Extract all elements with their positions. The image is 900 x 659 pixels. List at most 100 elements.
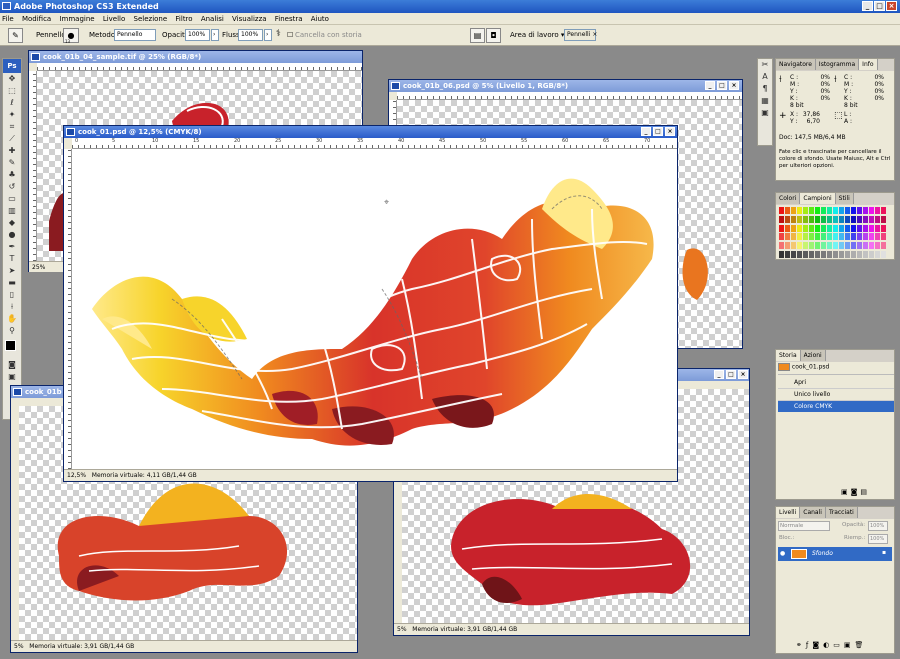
quick-mask-icon[interactable]: ◙ <box>3 359 21 371</box>
marquee-tool-icon[interactable]: ⬚ <box>3 85 21 97</box>
blur-tool-icon[interactable]: ◆ <box>3 217 21 229</box>
color-swatch[interactable] <box>797 233 802 241</box>
zoom-level[interactable]: 25% <box>32 264 45 271</box>
color-swatch[interactable] <box>833 224 838 232</box>
menu-modifica[interactable]: Modifica <box>22 15 51 23</box>
close-button[interactable]: × <box>886 1 897 11</box>
color-swatch[interactable] <box>809 207 814 214</box>
color-swatch[interactable] <box>827 242 832 250</box>
menu-aiuto[interactable]: Aiuto <box>311 15 329 23</box>
color-swatch[interactable] <box>839 242 844 250</box>
tab-swatches[interactable]: Campioni <box>800 193 836 204</box>
document-titlebar[interactable]: cook_01b_06.psd @ 5% (Livello 1, RGB/8*)… <box>389 80 742 92</box>
tool-preset-picker[interactable]: ✎ <box>8 28 23 43</box>
color-swatch[interactable] <box>803 242 808 250</box>
color-swatch[interactable] <box>839 233 844 241</box>
doc-close-button[interactable]: × <box>665 127 675 136</box>
color-swatch[interactable] <box>875 224 880 232</box>
color-swatch[interactable] <box>785 242 790 250</box>
doc-maximize-button[interactable]: □ <box>717 81 727 90</box>
layers-panel-buttons[interactable]: ⚭ƒ◙◐▭▣🗑 <box>796 641 867 649</box>
color-swatch[interactable] <box>809 251 814 259</box>
healing-tool-icon[interactable]: ✚ <box>3 145 21 157</box>
color-swatch[interactable] <box>881 224 886 232</box>
color-swatch[interactable] <box>797 215 802 223</box>
bridge-icon[interactable]: ▤ <box>470 28 485 43</box>
menu-analisi[interactable]: Analisi <box>201 15 224 23</box>
tab-styles[interactable]: Stili <box>835 193 854 204</box>
tab-history[interactable]: Storia <box>776 350 801 361</box>
color-swatch[interactable] <box>851 224 856 232</box>
color-swatch[interactable] <box>851 242 856 250</box>
slice-tool-icon[interactable]: ⟋ <box>3 133 21 145</box>
tab-navigator[interactable]: Navigatore <box>776 59 816 70</box>
tab-actions[interactable]: Azioni <box>800 350 826 361</box>
color-swatch[interactable] <box>785 233 790 241</box>
type-tool-icon[interactable]: T <box>3 253 21 265</box>
zoom-level[interactable]: 5% <box>14 643 24 650</box>
color-swatch[interactable] <box>833 233 838 241</box>
color-swatch[interactable] <box>863 215 868 223</box>
color-swatch[interactable] <box>881 233 886 241</box>
lasso-tool-icon[interactable]: ℓ <box>3 97 21 109</box>
flow-input[interactable]: 100% <box>238 29 263 41</box>
color-swatch[interactable] <box>833 242 838 250</box>
zoom-level[interactable]: 12,5% <box>67 472 86 479</box>
color-swatch[interactable] <box>869 233 874 241</box>
menu-selezione[interactable]: Selezione <box>134 15 168 23</box>
notes-tool-icon[interactable]: ▯ <box>3 289 21 301</box>
blend-mode-select[interactable]: Normale <box>778 521 830 531</box>
navigator-dock-icon[interactable]: ✂ <box>758 59 772 71</box>
method-select[interactable]: Pennello <box>114 29 156 41</box>
color-swatch[interactable] <box>803 215 808 223</box>
color-swatch[interactable] <box>857 242 862 250</box>
layer-visibility-icon[interactable]: ● <box>780 550 785 557</box>
paragraph-dock-icon[interactable]: ¶ <box>758 83 772 95</box>
color-swatch[interactable] <box>815 242 820 250</box>
color-swatch[interactable] <box>827 207 832 214</box>
color-swatch[interactable] <box>875 207 880 214</box>
clone-stamp-tool-icon[interactable]: ♣ <box>3 169 21 181</box>
color-swatch[interactable] <box>791 251 796 259</box>
document-titlebar[interactable]: cook_01.psd @ 12,5% (CMYK/8) _ □ × <box>64 126 677 138</box>
hand-tool-icon[interactable]: ✋ <box>3 313 21 325</box>
color-swatch[interactable] <box>779 251 784 259</box>
color-swatch[interactable] <box>857 215 862 223</box>
color-swatch[interactable] <box>779 207 784 214</box>
color-swatch[interactable] <box>803 224 808 232</box>
color-swatch[interactable] <box>875 215 880 223</box>
color-swatch[interactable] <box>815 224 820 232</box>
erase-history-checkbox[interactable]: ☐ <box>287 31 293 39</box>
color-swatch[interactable] <box>845 242 850 250</box>
color-swatch[interactable] <box>833 207 838 214</box>
layer-comps-dock-icon[interactable]: ▣ <box>758 107 772 119</box>
color-swatch[interactable] <box>791 207 796 214</box>
color-swatch[interactable] <box>833 215 838 223</box>
color-swatch[interactable] <box>815 251 820 259</box>
color-swatch[interactable] <box>869 224 874 232</box>
flow-arrow[interactable]: › <box>264 29 272 41</box>
screen-mode-icon[interactable]: ▣ <box>3 371 21 383</box>
airbrush-icon[interactable]: ⚕ <box>276 29 281 39</box>
minimize-button[interactable]: _ <box>862 1 873 11</box>
color-swatch[interactable] <box>809 242 814 250</box>
color-swatch[interactable] <box>863 242 868 250</box>
doc-minimize-button[interactable]: _ <box>714 370 724 379</box>
fill-input[interactable]: 100% <box>868 534 888 544</box>
tab-layers[interactable]: Livelli <box>776 507 801 518</box>
color-swatch[interactable] <box>803 233 808 241</box>
tab-colors[interactable]: Colori <box>776 193 801 204</box>
color-swatch[interactable] <box>797 207 802 214</box>
color-swatch[interactable] <box>845 224 850 232</box>
color-swatch[interactable] <box>845 207 850 214</box>
color-swatch[interactable] <box>821 215 826 223</box>
doc-close-button[interactable]: × <box>738 370 748 379</box>
color-swatch[interactable] <box>815 233 820 241</box>
zoom-level[interactable]: 5% <box>397 626 407 633</box>
eraser-tool-icon[interactable]: ▭ <box>3 193 21 205</box>
doc-maximize-button[interactable]: □ <box>726 370 736 379</box>
color-swatch[interactable] <box>851 207 856 214</box>
color-swatch[interactable] <box>863 233 868 241</box>
menu-visualizza[interactable]: Visualizza <box>232 15 266 23</box>
doc-maximize-button[interactable]: □ <box>653 127 663 136</box>
